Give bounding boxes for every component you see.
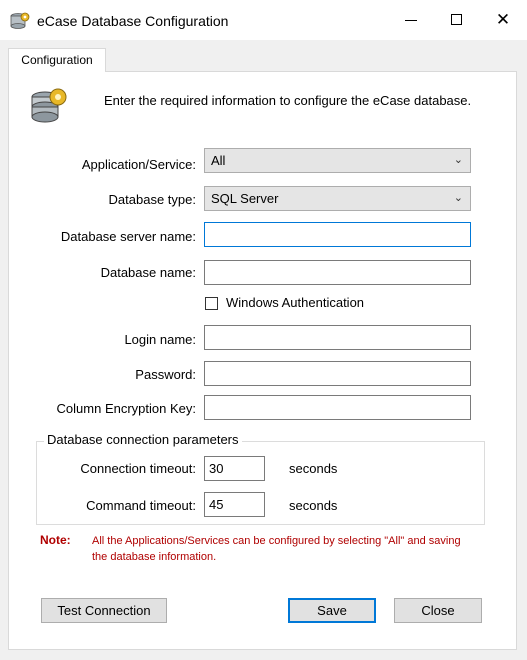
save-button[interactable]: Save [288, 598, 376, 623]
database-gear-app-icon [10, 12, 30, 29]
title-bar: eCase Database Configuration ✕ [0, 0, 527, 40]
window-title: eCase Database Configuration [37, 13, 229, 29]
password-label: Password: [135, 367, 196, 382]
maximize-icon [451, 14, 462, 25]
minimize-button[interactable] [388, 0, 434, 40]
database-name-input[interactable] [204, 260, 471, 285]
note-label: Note: [40, 533, 71, 547]
column-encryption-key-input[interactable] [204, 395, 471, 420]
database-server-name-input[interactable] [204, 222, 471, 247]
application-service-value: All [211, 153, 226, 168]
tab-configuration[interactable]: Configuration [8, 48, 106, 72]
close-button[interactable]: Close [394, 598, 482, 623]
windows-authentication-checkbox[interactable] [205, 297, 218, 310]
chevron-down-icon: ⌄ [453, 192, 463, 204]
chevron-down-icon: ⌄ [453, 154, 463, 166]
connection-timeout-label: Connection timeout: [80, 461, 196, 476]
database-server-name-label: Database server name: [60, 229, 196, 244]
database-type-label: Database type: [108, 192, 196, 207]
note-text: All the Applications/Services can be con… [92, 535, 461, 563]
maximize-button[interactable] [434, 0, 480, 40]
column-encryption-key-label: Column Encryption Key: [56, 401, 196, 416]
application-service-label: Application/Service: [81, 157, 196, 172]
connection-timeout-unit: seconds [289, 461, 338, 476]
database-type-select[interactable]: SQL Server ⌄ [204, 186, 471, 211]
connection-timeout-input[interactable] [204, 456, 265, 481]
command-timeout-unit: seconds [289, 498, 338, 513]
application-service-select[interactable]: All ⌄ [204, 148, 471, 173]
database-type-value: SQL Server [211, 191, 279, 206]
windows-authentication-label[interactable]: Windows Authentication [226, 295, 364, 310]
test-connection-button[interactable]: Test Connection [41, 598, 167, 623]
intro-text: Enter the required information to config… [104, 93, 472, 108]
login-name-label: Login name: [124, 332, 196, 347]
connection-parameters-title: Database connection parameters [44, 432, 242, 447]
password-input[interactable] [204, 361, 471, 386]
database-name-label: Database name: [100, 265, 196, 280]
database-config-icon [31, 88, 67, 123]
command-timeout-input[interactable] [204, 492, 265, 517]
login-name-input[interactable] [204, 325, 471, 350]
dialog-client-area: Configuration [0, 40, 527, 660]
minimize-icon [405, 20, 417, 21]
close-window-button[interactable]: ✕ [480, 0, 526, 40]
command-timeout-label: Command timeout: [86, 498, 196, 513]
close-icon: ✕ [495, 10, 511, 29]
